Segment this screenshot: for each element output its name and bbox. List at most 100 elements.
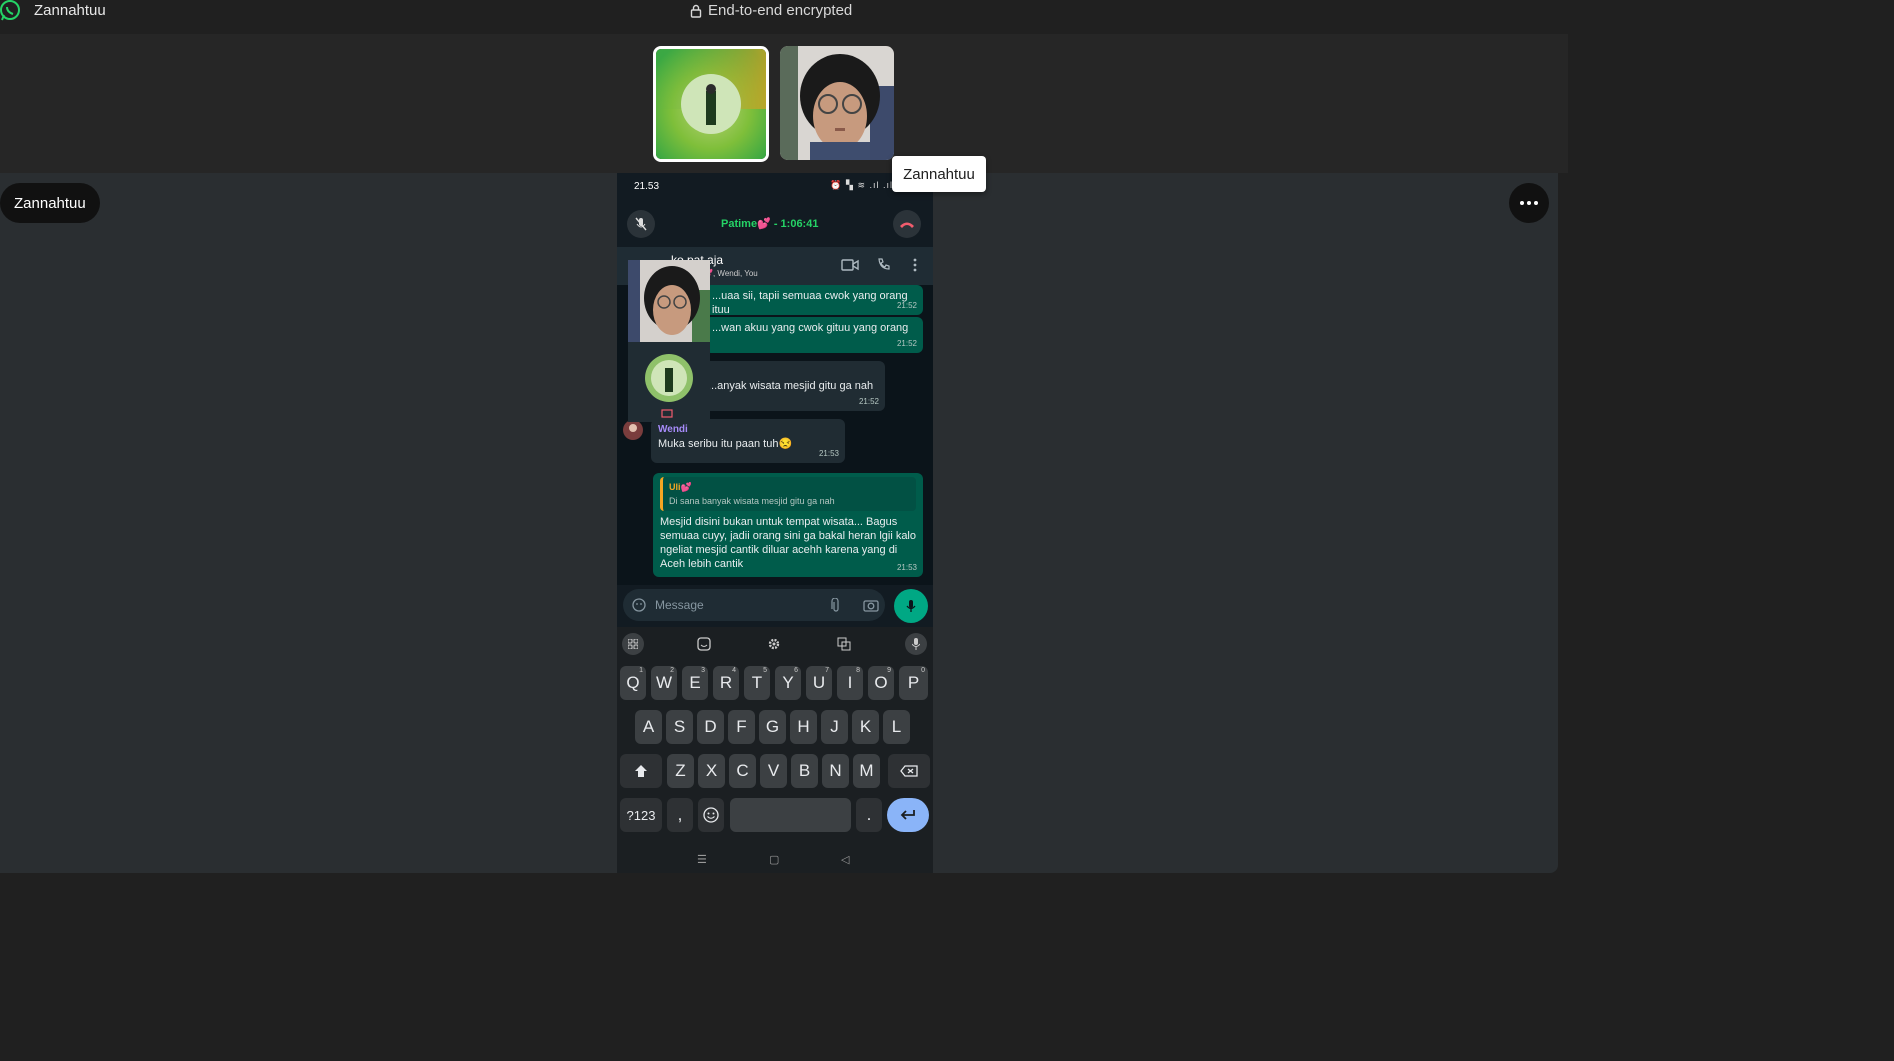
back-nav-icon[interactable]: ◁: [841, 853, 849, 866]
backspace-icon: [900, 765, 918, 777]
keyboard-toolbar: [617, 627, 933, 659]
key-a[interactable]: A: [635, 710, 662, 744]
video-call-icon[interactable]: [841, 258, 859, 272]
enter-key[interactable]: [887, 798, 929, 832]
key-d[interactable]: D: [697, 710, 724, 744]
message-bubble[interactable]: Wendi Muka seribu itu paan tuh😒 21:53: [651, 419, 845, 463]
floating-self-video[interactable]: [628, 342, 710, 422]
self-video-pip: [645, 354, 693, 418]
whatsapp-logo-icon: [0, 0, 20, 21]
enter-icon: [900, 810, 915, 820]
title-bar: Zannahtuu End-to-end encrypted: [0, 0, 1568, 34]
key-l[interactable]: L: [883, 710, 910, 744]
ellipsis-icon: [1520, 201, 1538, 205]
lock-icon: [690, 4, 702, 18]
key-p[interactable]: P0: [899, 666, 928, 700]
key-e[interactable]: E3: [682, 666, 708, 700]
hangup-icon: [900, 222, 914, 228]
key-j[interactable]: J: [821, 710, 848, 744]
key-f[interactable]: F: [728, 710, 755, 744]
apps-grid-icon[interactable]: [622, 633, 644, 655]
call-name-duration[interactable]: Patime💕 - 1:06:41: [721, 217, 818, 230]
message-text: Muka seribu itu paan tuh😒: [658, 438, 793, 450]
message-text: ...wan akuu yang cwok gituu yang orang: [712, 322, 909, 334]
message-input[interactable]: Message: [623, 589, 885, 621]
encryption-text: End-to-end encrypted: [708, 2, 853, 19]
self-video-thumbnail[interactable]: [653, 46, 769, 162]
space-key[interactable]: [730, 798, 851, 832]
voice-record-button[interactable]: [894, 589, 928, 623]
mute-button[interactable]: [627, 210, 655, 238]
symbols-key[interactable]: ?123: [620, 798, 662, 832]
voice-call-icon[interactable]: [877, 258, 891, 272]
key-c[interactable]: C: [729, 754, 756, 788]
message-bubble[interactable]: ...anyak wisata mesjid gitu ga nah 21:52: [701, 361, 885, 411]
sender-name: Wendi: [658, 424, 688, 435]
message-time: 21:52: [896, 339, 917, 348]
key-u[interactable]: U7: [806, 666, 832, 700]
message-time: 21:52: [896, 301, 917, 310]
chat-members: 💕, Wendi, You: [703, 269, 758, 278]
remote-video-image: [780, 46, 894, 160]
avatar[interactable]: [623, 420, 643, 440]
message-text: ...uaa sii, tapii semuaa cwok yang orang…: [712, 290, 908, 316]
quoted-message[interactable]: Uli💕 Di sana banyak wisata mesjid gitu g…: [660, 477, 916, 511]
translate-icon[interactable]: [833, 633, 855, 655]
key-w[interactable]: W2: [651, 666, 677, 700]
key-v[interactable]: V: [760, 754, 787, 788]
camera-icon[interactable]: [863, 598, 879, 612]
sticker-icon[interactable]: [632, 598, 646, 612]
period-key[interactable]: .: [856, 798, 882, 832]
gear-icon[interactable]: [763, 633, 785, 655]
message-bubble[interactable]: ...wan akuu yang cwok gituu yang orang 2…: [705, 317, 923, 353]
key-m[interactable]: M: [853, 754, 880, 788]
more-options-button[interactable]: [1509, 183, 1549, 223]
key-r[interactable]: R4: [713, 666, 739, 700]
message-composer: Message: [617, 585, 933, 627]
voice-input-icon[interactable]: [905, 633, 927, 655]
key-q[interactable]: Q1: [620, 666, 646, 700]
key-h[interactable]: H: [790, 710, 817, 744]
key-x[interactable]: X: [698, 754, 725, 788]
key-y[interactable]: Y6: [775, 666, 801, 700]
participant-tooltip: Zannahtuu: [892, 156, 986, 192]
comma-key[interactable]: ,: [667, 798, 693, 832]
message-time: 21:53: [818, 449, 839, 458]
message-bubble[interactable]: ...uaa sii, tapii semuaa cwok yang orang…: [705, 285, 923, 316]
backspace-key[interactable]: [888, 754, 930, 788]
phone-clock: 21.53: [634, 181, 660, 192]
quoted-sender: Uli💕: [669, 482, 692, 492]
reply-message-bubble[interactable]: Uli💕 Di sana banyak wisata mesjid gitu g…: [653, 473, 923, 577]
floating-remote-video[interactable]: [628, 260, 710, 342]
self-video-image: [656, 49, 766, 159]
key-s[interactable]: S: [666, 710, 693, 744]
key-g[interactable]: G: [759, 710, 786, 744]
key-o[interactable]: O9: [868, 666, 894, 700]
shift-key[interactable]: [620, 754, 662, 788]
kebab-menu-icon[interactable]: [913, 258, 917, 272]
encryption-label: End-to-end encrypted: [690, 2, 852, 19]
emoji-key[interactable]: [698, 798, 724, 832]
home-nav-icon[interactable]: ▢: [769, 853, 779, 866]
message-text: ...anyak wisata mesjid gitu ga nah: [708, 380, 874, 392]
mic-off-icon: [635, 217, 647, 231]
key-k[interactable]: K: [852, 710, 879, 744]
key-i[interactable]: I8: [837, 666, 863, 700]
phone-status-bar: 21.53 ⏰ ▚ ≋ .ıl .ıl: [617, 173, 933, 201]
recents-nav-icon[interactable]: ☰: [697, 853, 707, 866]
microphone-icon: [906, 600, 916, 612]
android-nav-bar: ☰ ▢ ◁: [617, 847, 933, 873]
quoted-text: Di sana banyak wisata mesjid gitu ga nah: [669, 496, 835, 506]
onscreen-keyboard: Q1 W2 E3 R4 T5 Y6 U7 I8 O9 P0 A S D F G …: [617, 627, 933, 873]
key-t[interactable]: T5: [744, 666, 770, 700]
attach-icon[interactable]: [831, 598, 841, 613]
window-title: Zannahtuu: [34, 2, 106, 19]
key-b[interactable]: B: [791, 754, 818, 788]
remote-video-thumbnail[interactable]: [780, 46, 894, 160]
shared-phone-screen: 21.53 ⏰ ▚ ≋ .ıl .ıl Patime💕 - 1:06:41 ko…: [617, 173, 933, 873]
participant-name-badge: Zannahtuu: [0, 183, 100, 223]
sticker-icon[interactable]: [693, 633, 715, 655]
key-n[interactable]: N: [822, 754, 849, 788]
end-call-button[interactable]: [893, 210, 921, 238]
key-z[interactable]: Z: [667, 754, 694, 788]
